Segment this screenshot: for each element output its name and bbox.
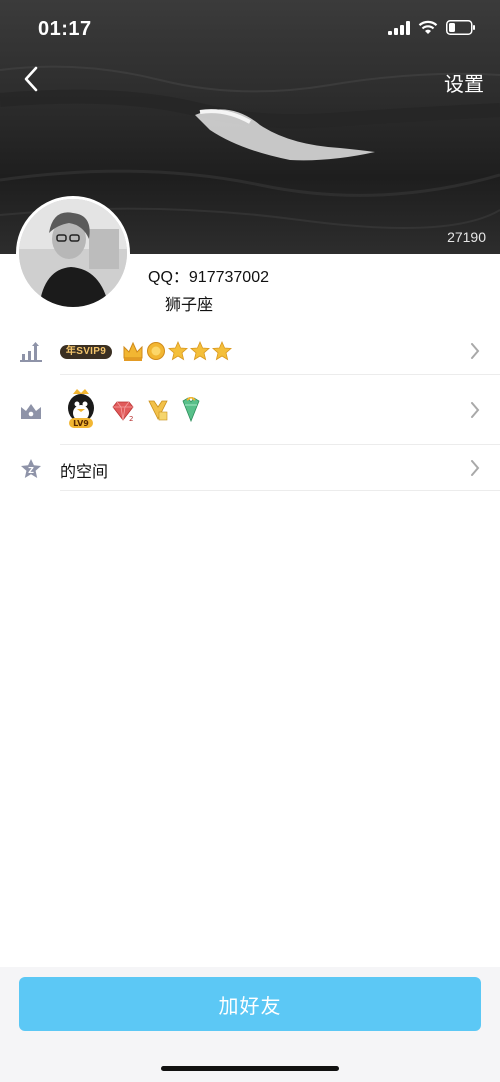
yellow-diamond-icon — [148, 400, 168, 421]
sun-icon — [147, 342, 165, 360]
qq-penguin-lv9-icon: LV9 — [68, 389, 94, 428]
home-indicator[interactable] — [161, 1066, 339, 1071]
crown-outline-icon — [21, 404, 41, 419]
chevron-right-icon — [471, 460, 480, 476]
add-friend-button[interactable]: 加好友 — [19, 977, 481, 1031]
green-diamond-icon — [182, 397, 200, 423]
qq-number: 917737002 — [188, 269, 269, 286]
star-icon — [168, 341, 188, 361]
chevron-left-icon — [24, 66, 38, 92]
avatar[interactable] — [16, 196, 130, 310]
zodiac-sign: 狮子座 — [165, 297, 214, 314]
settings-button[interactable]: 设置 — [444, 68, 484, 97]
qq-label: QQ： — [148, 269, 189, 286]
avatar-image — [19, 199, 127, 307]
row-divider — [60, 490, 500, 491]
star-space-icon: Z — [21, 459, 41, 478]
back-button[interactable] — [14, 62, 48, 96]
status-bar: 01:17 — [0, 0, 500, 60]
qq-number-line: QQ：917737002 — [148, 263, 269, 287]
level-icons — [122, 340, 232, 362]
status-icons — [388, 20, 476, 35]
svg-text:2: 2 — [129, 415, 133, 422]
crown-icon — [123, 341, 143, 361]
like-count[interactable]: 27190 — [447, 229, 486, 245]
battery-icon — [446, 20, 475, 35]
wifi-icon — [418, 20, 438, 34]
svip-badge: 年SVIP9 — [60, 345, 112, 359]
chevron-right-icon — [471, 343, 480, 359]
star-icon — [212, 341, 232, 361]
diamond-icon: 2 — [112, 401, 134, 422]
svg-text:Z: Z — [28, 466, 34, 475]
star-icon — [190, 341, 210, 361]
level-up-icon — [20, 342, 42, 362]
signal-icon — [388, 20, 410, 35]
space-label: 的空间 — [60, 464, 109, 481]
status-time: 01:17 — [38, 18, 92, 40]
svg-text:LV9: LV9 — [73, 419, 89, 428]
chevron-right-icon — [471, 402, 480, 418]
